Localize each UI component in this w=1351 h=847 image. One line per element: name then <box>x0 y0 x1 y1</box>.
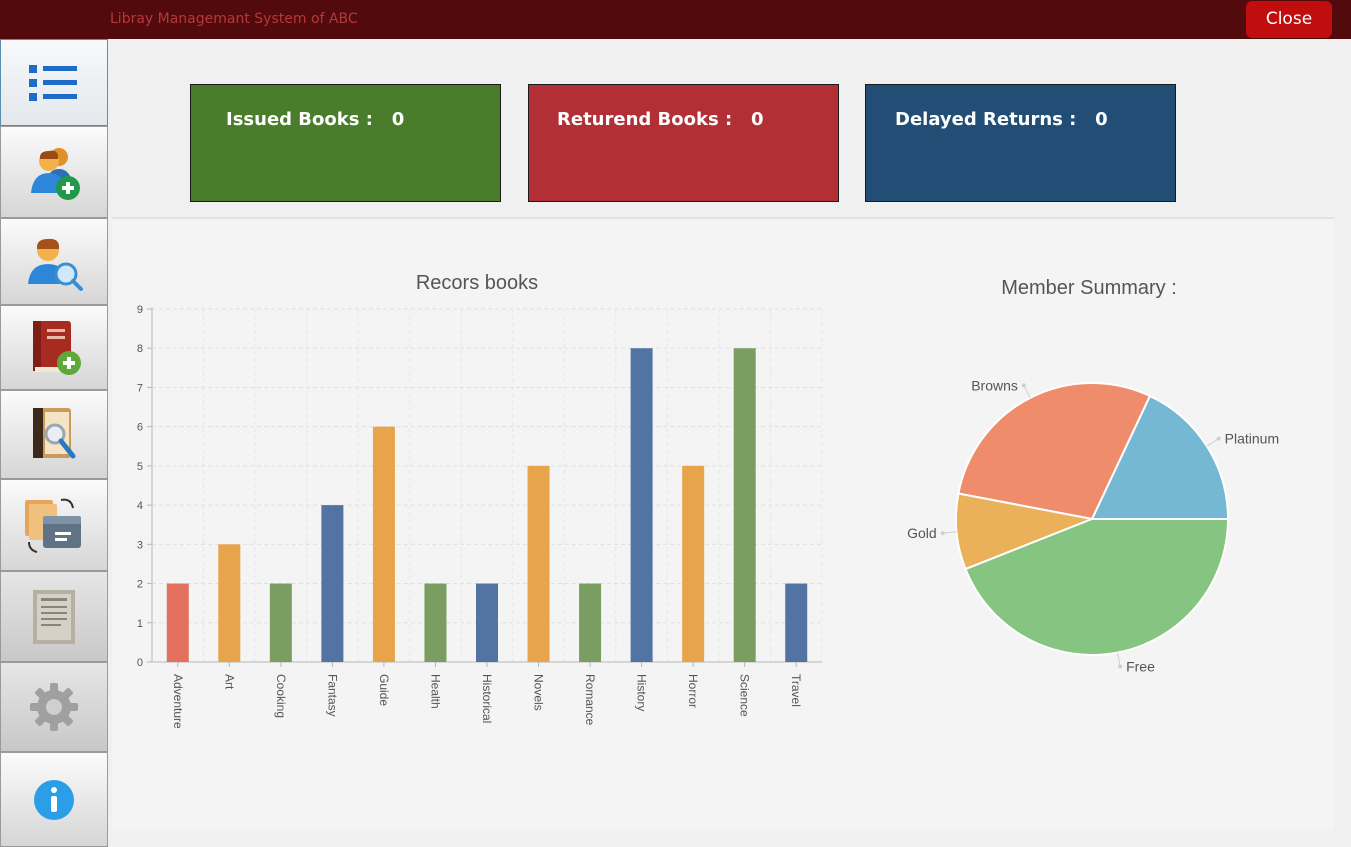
bar-fantasy <box>321 505 344 662</box>
y-tick-label: 7 <box>137 382 143 394</box>
bar-guide <box>372 426 395 662</box>
category-label: Novels <box>532 674 546 711</box>
bar-historical <box>476 583 498 662</box>
nav-info-button[interactable] <box>0 752 108 847</box>
nav-issue-return-button[interactable] <box>0 479 108 571</box>
member-pie-chart: Member Summary : Platinum Browns Gold Free <box>907 277 1279 674</box>
category-label: Health <box>428 674 442 709</box>
pie-label-leader <box>1116 652 1121 667</box>
bar-adventure <box>166 583 189 662</box>
category-label: Fantasy <box>325 674 339 717</box>
chart-panel: Recors books 0 1 2 3 4 5 6 7 8 9 Adventure Art Cookin… <box>112 217 1334 831</box>
settings-gear-icon <box>30 683 78 731</box>
pie-label-dot <box>1118 664 1123 669</box>
pie-label-dot <box>1021 383 1026 388</box>
y-tick-label: 1 <box>137 618 143 630</box>
category-label: History <box>635 674 649 711</box>
bar-science <box>733 348 756 662</box>
search-book-icon <box>33 407 76 458</box>
pie-label: Browns <box>971 377 1018 393</box>
pie-label: Gold <box>907 525 937 541</box>
category-label: Horror <box>686 674 700 708</box>
pie-label: Free <box>1126 658 1155 674</box>
bar-horror <box>682 465 705 662</box>
bar-novels <box>527 465 550 662</box>
bar-health <box>424 583 447 662</box>
sidebar <box>0 39 108 847</box>
nav-settings-button[interactable] <box>0 662 108 752</box>
add-book-icon <box>33 320 81 375</box>
delayed-returns-card: Delayed Returns : 0 <box>865 84 1176 202</box>
category-label: Adventure <box>171 674 185 729</box>
main-content: Issued Books : 0 Returend Books : 0 Dela… <box>108 39 1351 847</box>
category-label: Art <box>222 674 236 690</box>
bar-travel <box>785 583 808 662</box>
category-label: Science <box>738 674 752 717</box>
app-title: Libray Managemant System of ABC <box>110 11 358 27</box>
y-tick-label: 8 <box>137 343 143 355</box>
category-label: Cooking <box>274 674 288 718</box>
issued-books-label: Issued Books : 0 <box>226 109 405 130</box>
books-bar-chart: Recors books 0 1 2 3 4 5 6 7 8 9 Adventure Art Cookin… <box>137 272 823 729</box>
nav-add-member-button[interactable] <box>0 126 108 218</box>
y-tick-label: 5 <box>137 461 143 473</box>
issued-books-card: Issued Books : 0 <box>190 84 501 202</box>
y-tick-label: 4 <box>137 500 143 512</box>
category-label: Guide <box>377 674 391 706</box>
delayed-returns-label: Delayed Returns : 0 <box>895 109 1108 130</box>
issue-return-icon <box>25 498 81 553</box>
y-tick-label: 9 <box>137 304 143 316</box>
reports-icon <box>33 589 75 644</box>
nav-search-member-button[interactable] <box>0 218 108 305</box>
returned-books-label: Returend Books : 0 <box>557 109 764 130</box>
bar-history <box>630 348 653 662</box>
close-button[interactable]: Close <box>1246 1 1332 38</box>
y-tick-label: 6 <box>137 422 143 434</box>
category-label: Travel <box>789 674 803 707</box>
search-member-icon <box>28 238 83 291</box>
pie-label-dot <box>940 531 945 536</box>
nav-add-book-button[interactable] <box>0 305 108 390</box>
bar-cooking <box>269 583 292 662</box>
pie-chart-title: Member Summary : <box>1001 277 1177 299</box>
pie-label-dot <box>1216 436 1221 441</box>
pie-label: Platinum <box>1225 431 1279 447</box>
nav-reports-button[interactable] <box>0 571 108 662</box>
returned-books-card: Returend Books : 0 <box>528 84 839 202</box>
category-label: Romance <box>583 674 597 726</box>
nav-dashboard-button[interactable] <box>0 39 108 126</box>
category-label: Historical <box>480 674 494 723</box>
add-member-icon <box>31 148 80 200</box>
pie-label-leader <box>1206 438 1219 447</box>
title-bar: Libray Managemant System of ABC Close <box>0 0 1351 39</box>
y-tick-label: 2 <box>137 579 143 591</box>
bar-art <box>218 544 241 662</box>
pie-label-leader <box>1023 385 1031 399</box>
info-icon <box>34 779 74 820</box>
bar-chart-title: Recors books <box>416 272 538 294</box>
pie-label-leader <box>942 531 957 534</box>
dashboard-list-icon <box>29 64 77 101</box>
y-tick-label: 3 <box>137 539 143 551</box>
y-tick-label: 0 <box>137 657 143 669</box>
nav-search-book-button[interactable] <box>0 390 108 479</box>
bar-romance <box>579 583 602 662</box>
